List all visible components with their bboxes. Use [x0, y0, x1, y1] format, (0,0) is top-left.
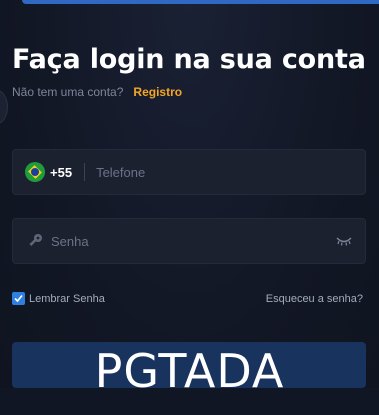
top-accent-bar: [22, 0, 379, 4]
key-icon: [29, 234, 42, 246]
check-icon: [14, 294, 23, 303]
register-prompt: Não tem uma conta? Registro: [12, 85, 182, 99]
eye-closed-icon[interactable]: [336, 235, 352, 247]
forgot-password-link[interactable]: Esqueceu a senha?: [266, 293, 363, 305]
login-button[interactable]: [12, 342, 366, 388]
register-link[interactable]: Registro: [133, 85, 182, 99]
bottom-area: [0, 388, 379, 415]
country-code[interactable]: +55: [50, 165, 72, 180]
password-input[interactable]: Senha: [51, 234, 89, 249]
remember-checkbox[interactable]: [12, 292, 25, 305]
no-account-text: Não tem uma conta?: [12, 85, 124, 99]
divider: [84, 163, 86, 181]
remember-label: Lembrar Senha: [29, 292, 105, 305]
password-field[interactable]: Senha: [12, 218, 366, 264]
remember-password[interactable]: Lembrar Senha: [12, 292, 105, 305]
page-title: Faça login na sua conta: [12, 44, 366, 75]
phone-input[interactable]: Telefone: [96, 165, 145, 180]
phone-field[interactable]: +55 Telefone: [12, 149, 366, 195]
brazil-flag-icon[interactable]: [25, 162, 45, 182]
